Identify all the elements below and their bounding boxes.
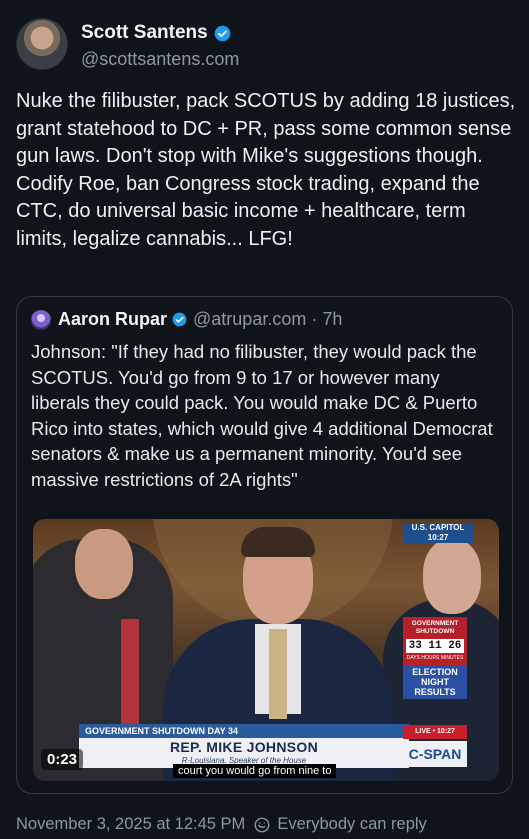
- author-display-name[interactable]: Scott Santens: [81, 22, 208, 44]
- video-player[interactable]: U.S. CAPITOL 10:27 GOVERNMENT SHUTDOWN 3…: [33, 519, 499, 781]
- election-results-label: ELECTION NIGHT RESULTS: [403, 665, 467, 699]
- author-names: Scott Santens @scottsantens.com: [81, 22, 239, 70]
- video-duration: 0:23: [41, 749, 84, 770]
- lower-third: GOVERNMENT SHUTDOWN DAY 34 REP. MIKE JOH…: [79, 724, 409, 768]
- lower-third-headline: GOVERNMENT SHUTDOWN DAY 34: [79, 724, 409, 738]
- verified-badge-icon: [214, 25, 230, 41]
- post-timestamp[interactable]: November 3, 2025 at 12:45 PM: [16, 815, 245, 834]
- author-display-row: Scott Santens: [81, 22, 239, 44]
- quoted-verified-badge-icon: [172, 312, 187, 327]
- reply-settings-icon: [254, 817, 270, 832]
- quoted-post-text: Johnson: "If they had no filibuster, the…: [31, 341, 493, 490]
- shutdown-counter: 33 11 26: [406, 639, 464, 653]
- shutdown-counter-box: GOVERNMENT SHUTDOWN 33 11 26 DAYS HOURS …: [403, 617, 467, 699]
- video-caption: court you would go from nine to: [173, 764, 337, 778]
- quoted-post[interactable]: Aaron Rupar @atrupar.com · 7h Johnson: "…: [16, 296, 513, 794]
- quoted-handle-time: @atrupar.com · 7h: [193, 309, 343, 329]
- author-avatar[interactable]: [16, 18, 68, 70]
- shutdown-label: GOVERNMENT SHUTDOWN: [411, 620, 459, 635]
- network-logo: C-SPAN: [403, 741, 467, 767]
- capitol-tag-label: U.S. CAPITOL: [411, 523, 465, 532]
- quoted-post-header: Aaron Rupar @atrupar.com · 7h: [31, 309, 342, 330]
- live-indicator: LIVE • 10:27: [403, 725, 467, 739]
- post-text: Nuke the filibuster, pack SCOTUS by addi…: [16, 90, 521, 250]
- capitol-tag: U.S. CAPITOL 10:27: [403, 523, 473, 543]
- quoted-author-avatar[interactable]: [31, 309, 51, 330]
- lower-third-name: REP. MIKE JOHNSON: [170, 739, 318, 755]
- post-header: Scott Santens @scottsantens.com: [16, 18, 239, 70]
- quoted-author-name[interactable]: Aaron Rupar: [58, 309, 167, 330]
- post-footer: November 3, 2025 at 12:45 PM Everybody c…: [16, 815, 427, 834]
- capitol-tag-time: 10:27: [427, 533, 449, 542]
- reply-setting-label[interactable]: Everybody can reply: [277, 815, 427, 834]
- author-handle[interactable]: @scottsantens.com: [81, 49, 239, 70]
- shutdown-units: DAYS HOURS MINUTES: [406, 655, 464, 661]
